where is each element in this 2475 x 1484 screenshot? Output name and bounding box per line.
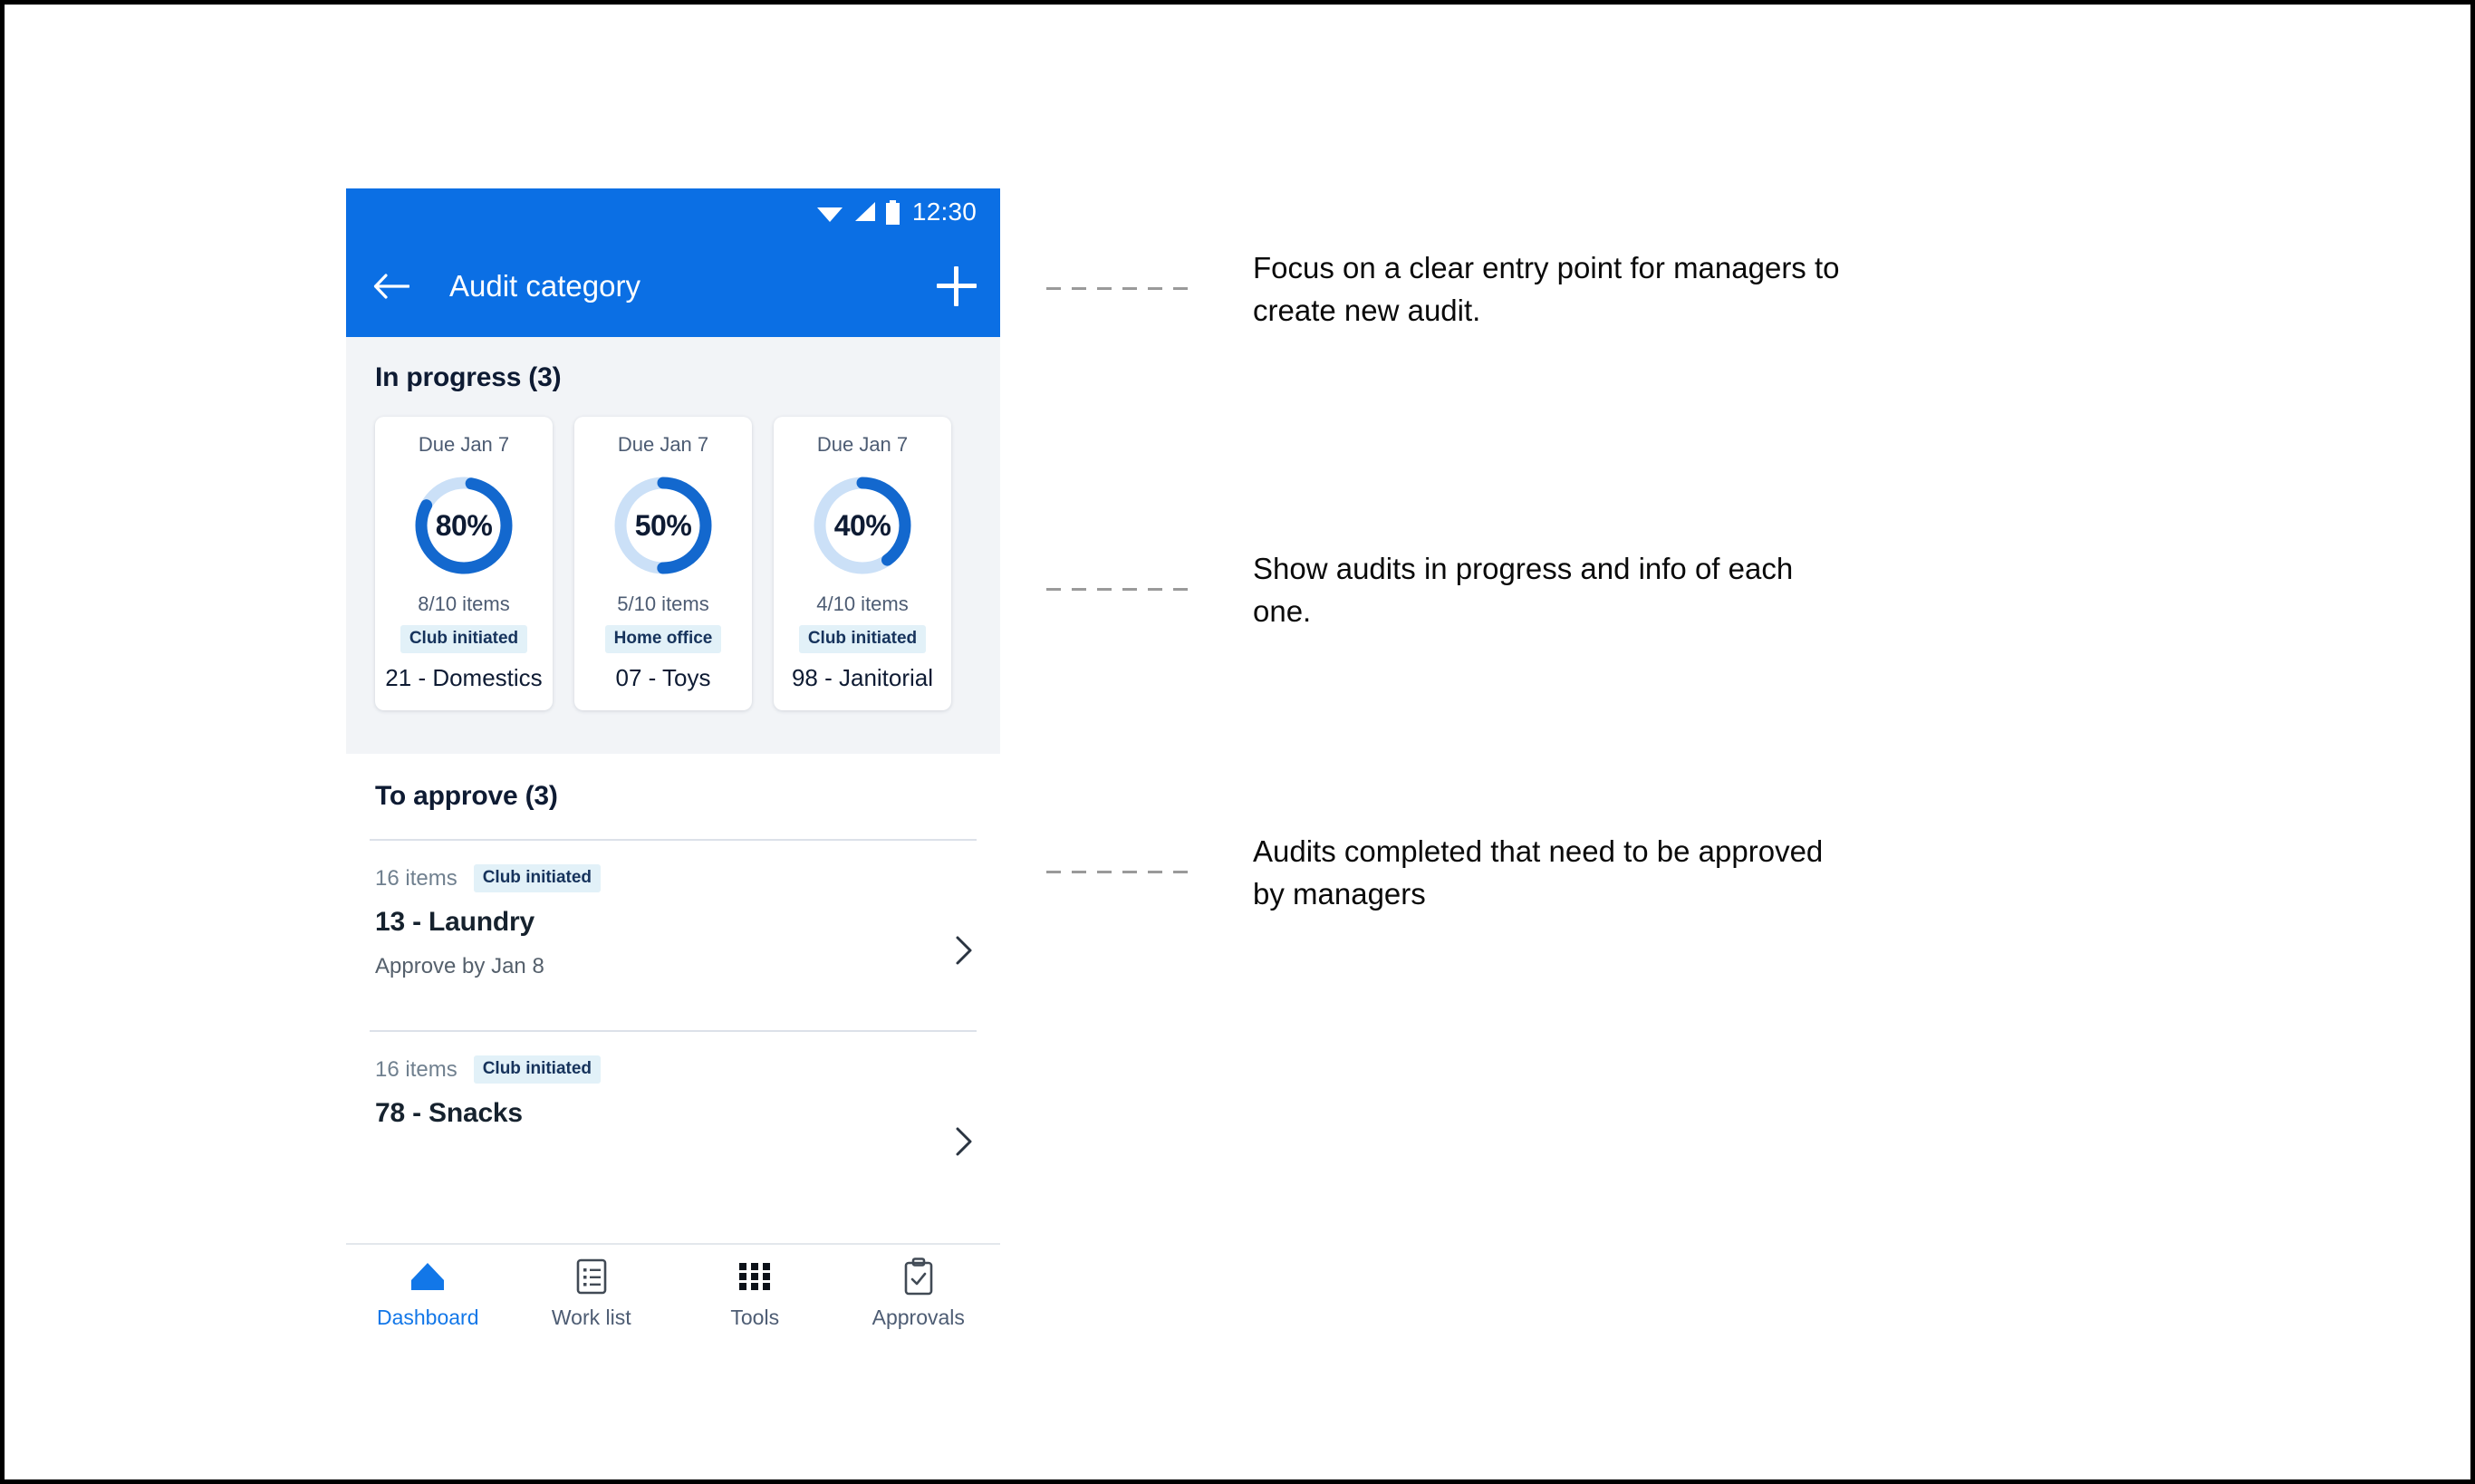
annotation-callout: Audits completed that need to be approve… bbox=[1046, 831, 1823, 916]
card-item-count: 8/10 items bbox=[418, 593, 510, 615]
approval-audit-name: 78 - Snacks bbox=[375, 1098, 523, 1128]
in-progress-section: In progress (3) Due Jan 7 80% 8/10 items… bbox=[346, 337, 1000, 754]
audit-card[interactable]: Due Jan 7 40% 4/10 items Club initiated … bbox=[774, 417, 951, 710]
signal-icon bbox=[854, 202, 875, 221]
page-title: Audit category bbox=[449, 269, 640, 303]
nav-label: Tools bbox=[730, 1306, 780, 1329]
nav-item-approvals[interactable]: Approvals bbox=[837, 1258, 1001, 1330]
status-bar: 12:30 bbox=[346, 188, 1000, 236]
annotation-callout: Show audits in progress and info of each… bbox=[1046, 548, 1793, 633]
leader-line bbox=[1046, 287, 1199, 290]
to-approve-heading: To approve (3) bbox=[375, 781, 558, 811]
phone-mockup: 12:30 Audit category In progress (3) Due… bbox=[346, 188, 1000, 1350]
card-item-count: 4/10 items bbox=[816, 593, 909, 615]
card-audit-name: 98 - Janitorial bbox=[791, 664, 934, 691]
nav-label: Dashboard bbox=[376, 1306, 479, 1329]
card-due-date: Due Jan 7 bbox=[816, 433, 909, 456]
nav-item-tools[interactable]: Tools bbox=[673, 1258, 837, 1330]
home-icon bbox=[409, 1258, 447, 1296]
card-audit-name: 21 - Domestics bbox=[385, 664, 543, 691]
status-bar-time: 12:30 bbox=[911, 198, 977, 226]
progress-ring: 80% bbox=[409, 471, 518, 580]
approval-list-item[interactable]: 16 items Club initiated 78 - Snacks bbox=[346, 1032, 1000, 1156]
approval-audit-name: 13 - Laundry bbox=[375, 907, 534, 937]
card-audit-name: 07 - Toys bbox=[615, 664, 711, 691]
annotation-text: Audits completed that need to be approve… bbox=[1253, 834, 1824, 911]
annotation-text: Show audits in progress and info of each… bbox=[1253, 552, 1794, 628]
annotation-callout: Focus on a clear entry point for manager… bbox=[1046, 247, 1840, 332]
add-audit-button[interactable] bbox=[937, 266, 977, 306]
progress-percent: 50% bbox=[634, 508, 692, 542]
annotation-text: Focus on a clear entry point for manager… bbox=[1253, 251, 1840, 327]
nav-item-dashboard[interactable]: Dashboard bbox=[346, 1258, 510, 1330]
wifi-icon bbox=[816, 207, 843, 222]
leader-line bbox=[1046, 588, 1199, 591]
list-document-icon bbox=[575, 1258, 608, 1296]
leader-line bbox=[1046, 871, 1199, 873]
card-due-date: Due Jan 7 bbox=[418, 433, 510, 456]
status-badge: Club initiated bbox=[798, 625, 927, 653]
approval-list-item[interactable]: 16 items Club initiated 13 - Laundry App… bbox=[346, 841, 1000, 1003]
card-due-date: Due Jan 7 bbox=[617, 433, 709, 456]
nav-label: Work list bbox=[551, 1306, 631, 1329]
nav-item-work-list[interactable]: Work list bbox=[510, 1258, 674, 1330]
in-progress-heading: In progress (3) bbox=[375, 362, 562, 392]
audit-card[interactable]: Due Jan 7 80% 8/10 items Club initiated … bbox=[375, 417, 553, 710]
progress-ring: 40% bbox=[808, 471, 917, 580]
chevron-right-icon[interactable] bbox=[955, 1126, 973, 1157]
progress-percent: 80% bbox=[435, 508, 493, 542]
approval-item-count: 16 items bbox=[375, 865, 457, 891]
audit-card[interactable]: Due Jan 7 50% 5/10 items Home office 07 … bbox=[574, 417, 752, 710]
status-badge: Club initiated bbox=[473, 1055, 602, 1084]
card-item-count: 5/10 items bbox=[617, 593, 709, 615]
approval-meta: 16 items Club initiated bbox=[375, 864, 977, 892]
battery-icon bbox=[885, 199, 900, 225]
approval-due-text: Approve by Jan 8 bbox=[375, 954, 544, 978]
to-approve-section: To approve (3) 16 items Club initiated 1… bbox=[346, 754, 1000, 1156]
grid-dots-icon bbox=[737, 1258, 773, 1296]
back-arrow-icon[interactable] bbox=[373, 273, 409, 300]
progress-percent: 40% bbox=[833, 508, 891, 542]
chevron-right-icon[interactable] bbox=[955, 935, 973, 966]
app-bar: Audit category bbox=[346, 236, 1000, 337]
approval-meta: 16 items Club initiated bbox=[375, 1055, 977, 1084]
nav-label: Approvals bbox=[872, 1306, 965, 1329]
approval-item-count: 16 items bbox=[375, 1056, 457, 1082]
status-badge: Home office bbox=[604, 625, 722, 653]
progress-ring: 50% bbox=[609, 471, 717, 580]
status-badge: Club initiated bbox=[473, 864, 602, 892]
bottom-navigation: Dashboard Work list Tools Approvals bbox=[346, 1243, 1000, 1350]
screenshot-root: 12:30 Audit category In progress (3) Due… bbox=[0, 0, 2475, 1484]
status-badge: Club initiated bbox=[400, 625, 528, 653]
in-progress-card-rail[interactable]: Due Jan 7 80% 8/10 items Club initiated … bbox=[346, 393, 1000, 727]
clipboard-check-icon bbox=[902, 1258, 935, 1296]
